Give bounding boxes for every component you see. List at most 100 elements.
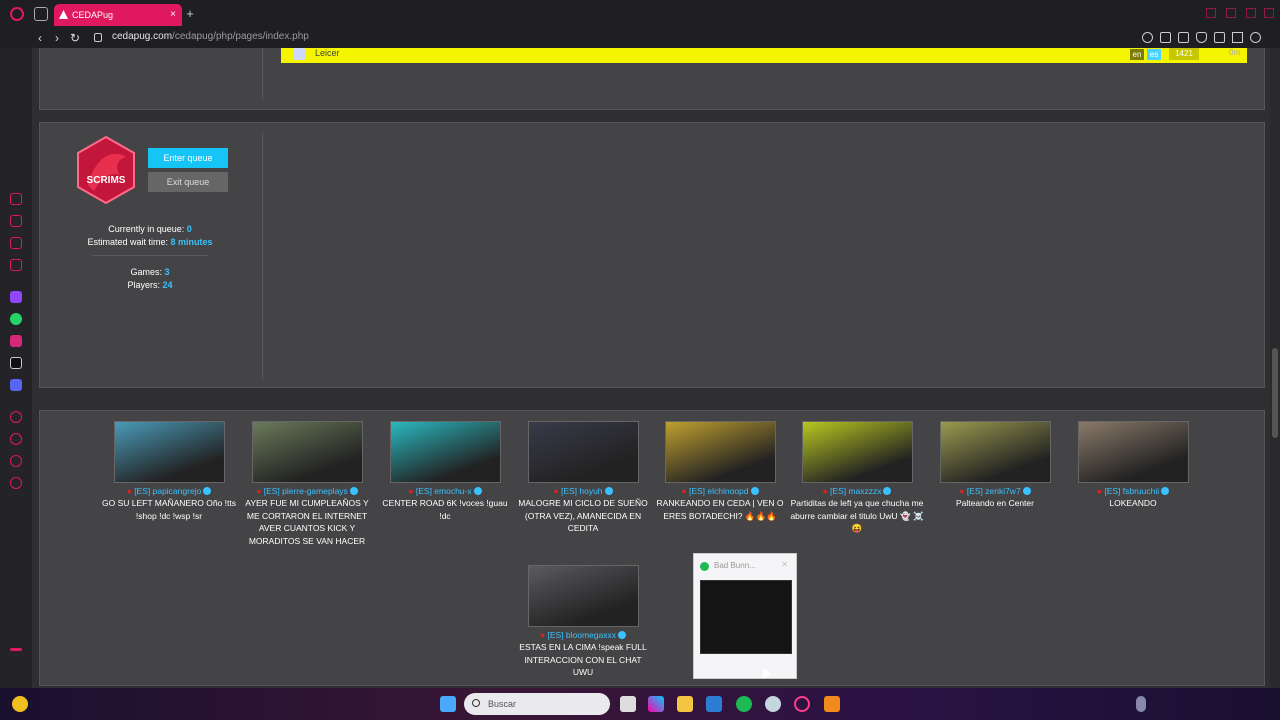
stream-channel[interactable]: ● [ES] fsbruuchii — [1064, 486, 1202, 496]
translate-icon[interactable] — [1214, 32, 1225, 43]
enter-queue-button[interactable]: Enter queue — [148, 148, 228, 168]
stream-card[interactable]: ● [ES] zenki7w7 Palteando en Center — [926, 421, 1064, 510]
stream-card[interactable]: ● [ES] hoyuh MALOGRE MI CICLO DE SUEÑO (O… — [514, 421, 652, 535]
sidebar-pink-icon-2[interactable] — [10, 215, 22, 227]
stream-thumbnail[interactable] — [664, 421, 776, 483]
sidebar-pink-icon-3[interactable] — [10, 237, 22, 249]
stream-channel[interactable]: ● [ES] pierre-gameplays — [238, 486, 376, 496]
player-name[interactable]: Leicer — [315, 48, 340, 58]
search-icon — [472, 699, 480, 707]
player-row[interactable]: Leicer en es 1421 0m — [281, 48, 1247, 63]
stream-card[interactable]: ● [ES] emochu-x CENTER ROAD 6K !voces !gu… — [376, 421, 514, 522]
tab-close-icon[interactable]: × — [170, 4, 176, 26]
stream-thumbnail[interactable] — [251, 421, 363, 483]
task-view-icon[interactable] — [620, 696, 636, 712]
stream-channel-name[interactable]: [ES] bloomegaxxx — [547, 630, 616, 640]
workspaces-icon[interactable] — [34, 7, 48, 21]
stream-thumbnail[interactable] — [1077, 421, 1189, 483]
live-indicator: ● — [959, 486, 967, 496]
instagram-icon[interactable] — [10, 335, 22, 347]
url-field[interactable]: cedapug.com/cedapug/php/pages/index.php — [112, 31, 309, 42]
zoom-icon[interactable] — [1142, 32, 1153, 43]
copilot-icon[interactable] — [648, 696, 664, 712]
stream-channel[interactable]: ● [ES] maxzzzx — [788, 486, 926, 496]
close-icon[interactable]: ✕ — [781, 560, 788, 569]
microphone-icon[interactable] — [1136, 696, 1146, 712]
opera-menu-icon[interactable] — [10, 7, 24, 21]
sidebar-circle-icon-4[interactable] — [10, 477, 22, 489]
forward-icon[interactable]: › — [50, 30, 64, 46]
snapshot-icon[interactable] — [1178, 32, 1189, 43]
stream-channel-name[interactable]: [ES] pierre-gameplays — [264, 486, 348, 496]
stream-thumbnail[interactable] — [801, 421, 913, 483]
scrollbar-thumb[interactable] — [1272, 348, 1278, 438]
stream-card[interactable]: ● [ES] bloomegaxxx ESTAS EN LA CIMA !spea… — [514, 565, 652, 679]
reload-icon[interactable]: ↻ — [68, 30, 82, 46]
stream-channel-name[interactable]: [ES] maxzzzx — [830, 486, 881, 496]
stream-channel-name[interactable]: [ES] fsbruuchii — [1104, 486, 1159, 496]
whatsapp-icon[interactable] — [10, 313, 22, 325]
sidebar-pink-icon-1[interactable] — [10, 193, 22, 205]
stream-channel[interactable]: ● [ES] papicangrejo — [100, 486, 238, 496]
tab-cedapug[interactable]: CEDAPug × — [54, 4, 182, 26]
pin-icon[interactable] — [1206, 8, 1216, 18]
stream-title: CENTER ROAD 6K !voces !guau !dc — [382, 498, 508, 521]
sidebar-circle-icon-1[interactable] — [10, 411, 22, 423]
twitch-icon[interactable] — [10, 291, 22, 303]
steam-icon[interactable] — [765, 696, 781, 712]
sidebar-circle-icon-2[interactable] — [10, 433, 22, 445]
back-icon[interactable]: ‹ — [33, 30, 47, 46]
stream-channel-name[interactable]: [ES] papicangrejo — [134, 486, 201, 496]
cedapug-favicon-icon — [59, 10, 68, 19]
stream-card[interactable]: ● [ES] papicangrejo GO SU LEFT MAÑANERO O… — [100, 421, 238, 522]
maximize-icon[interactable] — [1246, 8, 1256, 18]
sidebar-circle-icon-3[interactable] — [10, 455, 22, 467]
windows-taskbar: Buscar — [0, 688, 1280, 720]
stream-channel[interactable]: ● [ES] emochu-x — [376, 486, 514, 496]
app-icon-orange[interactable] — [824, 696, 840, 712]
adblock-shield-icon[interactable] — [1196, 32, 1207, 43]
sidebar-more-icon[interactable] — [10, 648, 22, 651]
bookmark-pin-icon[interactable] — [1160, 32, 1171, 43]
page-scrollbar[interactable] — [1270, 48, 1280, 688]
tiktok-icon[interactable] — [10, 357, 22, 369]
file-explorer-icon[interactable] — [677, 696, 693, 712]
microsoft-store-icon[interactable] — [706, 696, 722, 712]
stream-thumbnail[interactable] — [527, 421, 639, 483]
new-tab-button[interactable]: + — [184, 7, 196, 21]
stream-card[interactable]: ● [ES] pierre-gameplays AYER FUE MI CUMPL… — [238, 421, 376, 547]
minimize-icon[interactable] — [1226, 8, 1236, 18]
spotify-taskbar-preview[interactable]: Bad Bunn... ✕ — [693, 553, 797, 679]
close-window-icon[interactable] — [1264, 8, 1274, 18]
stream-channel-name[interactable]: [ES] elchinoopd — [689, 486, 749, 496]
stream-thumbnail[interactable] — [389, 421, 501, 483]
stream-card[interactable]: ● [ES] elchinoopd RANKEANDO EN CEDA | VEN… — [651, 421, 789, 522]
stream-channel-name[interactable]: [ES] zenki7w7 — [967, 486, 1021, 496]
stream-title: Partiditas de left ya que chucha me abur… — [790, 498, 924, 533]
url-host: cedapug.com — [112, 31, 173, 42]
spotify-taskbar-icon[interactable] — [736, 696, 752, 712]
stream-channel-name[interactable]: [ES] emochu-x — [416, 486, 472, 496]
stream-thumbnail[interactable] — [939, 421, 1051, 483]
stream-title: AYER FUE MI CUMPLEAÑOS Y ME CORTARON EL … — [245, 498, 369, 546]
heart-icon[interactable] — [1250, 32, 1261, 43]
play-icon[interactable] — [1232, 32, 1243, 43]
stream-card[interactable]: ● [ES] maxzzzx Partiditas de left ya que … — [788, 421, 926, 535]
stream-channel[interactable]: ● [ES] elchinoopd — [651, 486, 789, 496]
scrims-logo-text: SCRIMS — [87, 175, 126, 186]
stream-thumbnail[interactable] — [527, 565, 639, 627]
start-icon[interactable] — [440, 696, 456, 712]
spotify-window-thumbnail[interactable] — [700, 580, 792, 654]
weather-icon[interactable] — [12, 696, 28, 712]
stream-card[interactable]: ● [ES] fsbruuchii LOKEANDO — [1064, 421, 1202, 510]
stream-channel[interactable]: ● [ES] zenki7w7 — [926, 486, 1064, 496]
taskbar-search-input[interactable]: Buscar — [464, 693, 610, 715]
stream-thumbnail[interactable] — [113, 421, 225, 483]
stream-channel[interactable]: ● [ES] bloomegaxxx — [514, 630, 652, 640]
sidebar-pink-icon-4[interactable] — [10, 259, 22, 271]
stream-channel-name[interactable]: [ES] hoyuh — [561, 486, 603, 496]
discord-icon[interactable] — [10, 379, 22, 391]
opera-gx-icon[interactable] — [794, 696, 810, 712]
exit-queue-button[interactable]: Exit queue — [148, 172, 228, 192]
stream-channel[interactable]: ● [ES] hoyuh — [514, 486, 652, 496]
